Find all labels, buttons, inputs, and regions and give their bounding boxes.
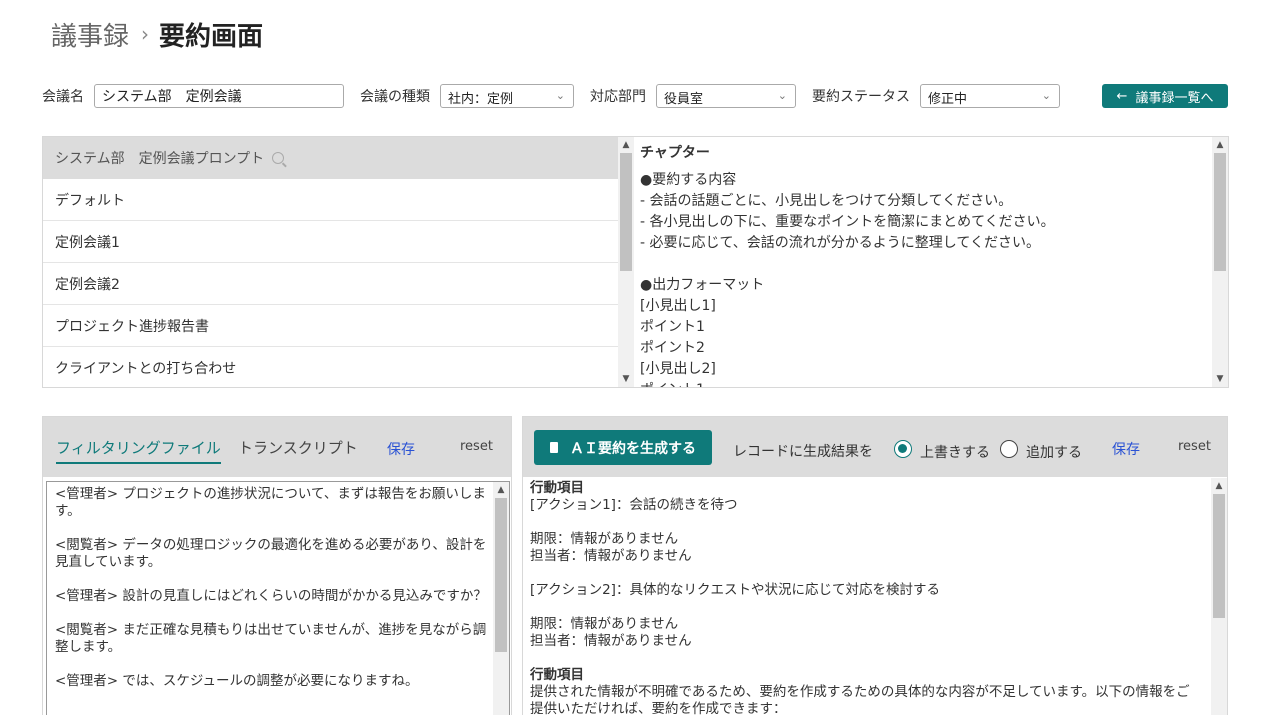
page-title: 要約画面 [159, 21, 264, 52]
status-value: 修正中 [928, 92, 968, 107]
transcript-message: <管理者> では、スケジュールの調整が必要になりますね。 [55, 673, 419, 689]
transcript-message: <閲覧者> まだ正確な見積もりは出せていませんが、進捗を見ながら調整します。 [55, 622, 487, 655]
scroll-up-icon[interactable]: ▲ [618, 137, 634, 153]
back-to-list-label: 議事録一覧へ [1135, 90, 1214, 106]
transcript-message: <管理者> 設計の見直しにはどれくらいの時間がかかる見込みですか？ [55, 588, 487, 604]
meeting-type-select[interactable]: 社内：定例 ⌄ [440, 84, 574, 108]
summary-line: 担当者：情報がありません [530, 548, 692, 564]
summary-line: [アクション1]：会話の続きを待つ [530, 497, 738, 513]
prompt-list-item[interactable]: デフォルト [43, 179, 618, 221]
generate-ai-summary-button[interactable]: ＡＩ要約を生成する [534, 430, 712, 465]
breadcrumb-parent-link[interactable]: 議事録 [51, 16, 129, 53]
scroll-up-icon[interactable]: ▲ [493, 482, 509, 498]
source-tabbar: フィルタリングファイル トランスクリプト 保存 reset [43, 417, 511, 477]
prompt-detail-line: ポイント2 [640, 340, 705, 356]
prompt-list-item[interactable]: プロジェクト進捗報告書 [43, 305, 618, 347]
overwrite-label[interactable]: 上書きする [920, 442, 990, 462]
prompt-detail-line: ポイント1 [640, 380, 1206, 387]
summary-reset-button[interactable]: reset [1178, 439, 1211, 454]
summary-blank-line [530, 514, 1203, 531]
summary-line: 期限：情報がありません [530, 616, 679, 632]
prompt-detail[interactable]: チャプター ●要約する内容 - 会話の話題ごとに、小見出しをつけて分類してくださ… [636, 137, 1210, 387]
department-select[interactable]: 役員室 ⌄ [656, 84, 796, 108]
summary-blank-line [530, 599, 1203, 616]
summary-heading: 行動項目 [530, 667, 584, 683]
prompt-list-item[interactable]: 定例会議2 [43, 263, 618, 305]
prompt-detail-title: チャプター [640, 145, 710, 161]
search-icon[interactable] [272, 152, 285, 164]
prompt-detail-line [640, 254, 1206, 275]
summary-scrollbar[interactable]: ▲ [1211, 478, 1227, 715]
meeting-type-value: 社内：定例 [448, 92, 514, 107]
append-label[interactable]: 追加する [1026, 442, 1082, 462]
meeting-name-label: 会議名 [42, 89, 84, 105]
overwrite-radio[interactable] [894, 440, 912, 458]
prompt-detail-line: ●要約する内容 [640, 172, 737, 188]
prompt-detail-line: ●出力フォーマット [640, 277, 765, 293]
scroll-thumb[interactable] [495, 498, 507, 652]
summary-line: 担当者：情報がありません [530, 633, 692, 649]
append-radio[interactable] [1000, 440, 1018, 458]
prompt-detail-line: - 会話の話題ごとに、小見出しをつけて分類してください。 [640, 193, 1013, 209]
scroll-thumb[interactable] [1214, 153, 1226, 271]
summary-toolbar: ＡＩ要約を生成する レコードに生成結果を 上書きする 追加する 保存 reset [523, 417, 1227, 477]
breadcrumb-separator-icon: › [141, 22, 150, 46]
transcript-scrollbar[interactable]: ▲ [493, 482, 509, 715]
transcript-message: <閲覧者> データの処理ロジックの最適化を進める必要があり、設計を見直しています… [55, 537, 487, 570]
scroll-up-icon[interactable]: ▲ [1212, 137, 1228, 153]
summary-blank-line [530, 650, 1203, 667]
status-select[interactable]: 修正中 ⌄ [920, 84, 1060, 108]
source-panel: フィルタリングファイル トランスクリプト 保存 reset <管理者> プロジェ… [42, 416, 512, 715]
chevron-down-icon: ⌄ [1041, 89, 1051, 102]
breadcrumb: 議事録 › 要約画面 [51, 16, 263, 52]
transcript-message: <管理者> プロジェクトの進捗状況について、まずは報告をお願いします。 [55, 486, 486, 519]
prompt-detail-line: [小見出し1] [640, 298, 716, 314]
scroll-thumb[interactable] [1213, 494, 1225, 618]
prompt-detail-line: ポイント1 [640, 319, 705, 335]
prompt-detail-line: - 必要に応じて、会話の流れが分かるように整理してください。 [640, 235, 1040, 251]
prompt-detail-line: - 各小見出しの下に、重要なポイントを簡潔にまとめてください。 [640, 214, 1055, 230]
source-save-button[interactable]: 保存 [387, 439, 415, 459]
prompt-list: システム部 定例会議プロンプト デフォルト 定例会議1 定例会議2 プロジェクト… [43, 137, 619, 387]
scroll-down-icon[interactable]: ▼ [1212, 371, 1228, 387]
scroll-thumb[interactable] [620, 153, 632, 271]
transcript-textarea[interactable]: <管理者> プロジェクトの進捗状況について、まずは報告をお願いします。 <閲覧者… [46, 481, 510, 715]
prompt-list-scrollbar[interactable]: ▲ ▼ [618, 137, 634, 387]
summary-textarea[interactable]: 行動項目 [アクション1]：会話の続きを待つ 期限：情報がありません 担当者：情… [523, 478, 1227, 715]
summary-line: [アクション2]：具体的なリクエストや状況に応じて対応を検討する [530, 582, 940, 598]
meeting-type-label: 会議の種類 [360, 89, 430, 105]
prompt-panel: システム部 定例会議プロンプト デフォルト 定例会議1 定例会議2 プロジェクト… [42, 136, 1229, 388]
scroll-down-icon[interactable]: ▼ [618, 371, 634, 387]
tab-filtering-file[interactable]: フィルタリングファイル [56, 437, 221, 464]
arrow-left-icon: ← [1116, 88, 1128, 104]
summary-heading: 行動項目 [530, 480, 584, 496]
prompt-detail-line: [小見出し2] [640, 361, 716, 377]
tab-transcript[interactable]: トランスクリプト [238, 437, 358, 458]
summary-line: 期限：情報がありません [530, 531, 679, 547]
generate-ai-summary-label: ＡＩ要約を生成する [570, 440, 696, 457]
summary-line: 提供された情報が不明確であるため、要約を作成するための具体的な内容が不足していま… [530, 684, 1190, 715]
prompt-search-header[interactable]: システム部 定例会議プロンプト [43, 137, 618, 179]
prompt-list-item[interactable]: 定例会議1 [43, 221, 618, 263]
scroll-up-icon[interactable]: ▲ [1211, 478, 1227, 494]
chevron-down-icon: ⌄ [777, 89, 787, 102]
prompt-detail-scrollbar[interactable]: ▲ ▼ [1212, 137, 1228, 387]
meeting-name-input[interactable] [94, 84, 344, 108]
chevron-down-icon: ⌄ [555, 89, 565, 102]
department-value: 役員室 [664, 92, 704, 107]
source-reset-button[interactable]: reset [460, 439, 493, 454]
back-to-list-button[interactable]: ← 議事録一覧へ [1102, 84, 1228, 108]
filter-bar: 会議名 会議の種類 社内：定例 ⌄ 対応部門 役員室 ⌄ 要約ステータス 修正中… [42, 84, 1228, 109]
prompt-list-item[interactable]: クライアントとの打ち合わせ [43, 347, 618, 387]
document-icon [550, 442, 558, 453]
prompt-header-label: システム部 定例会議プロンプト [55, 151, 265, 167]
summary-blank-line [530, 565, 1203, 582]
department-label: 対応部門 [590, 89, 646, 105]
status-label: 要約ステータス [812, 89, 910, 105]
record-label: レコードに生成結果を [733, 444, 873, 460]
summary-panel: ＡＩ要約を生成する レコードに生成結果を 上書きする 追加する 保存 reset… [522, 416, 1228, 715]
summary-save-button[interactable]: 保存 [1112, 439, 1140, 459]
